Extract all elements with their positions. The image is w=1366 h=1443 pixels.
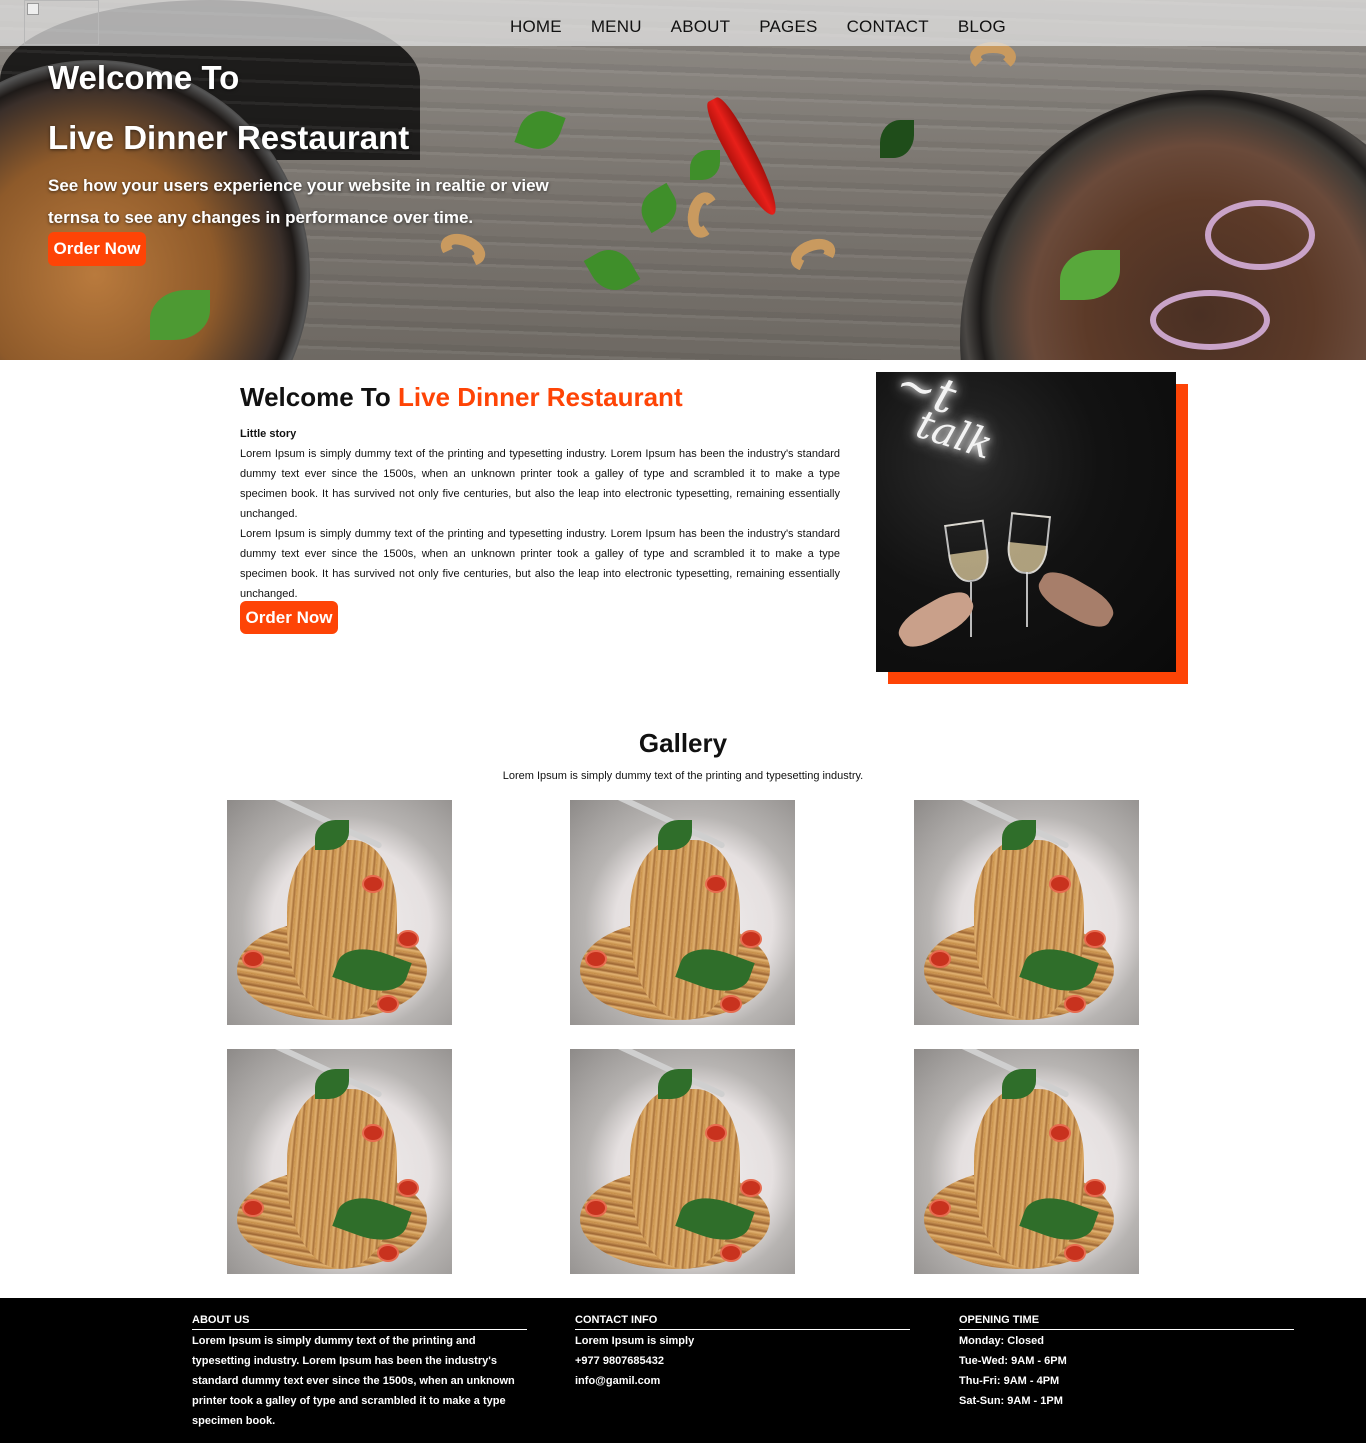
gallery-pasta-image[interactable] xyxy=(570,800,795,1025)
tomato-image xyxy=(362,875,384,893)
about-title-accent: Live Dinner Restaurant xyxy=(397,382,683,412)
footer-contact-column: CONTACT INFO Lorem Ipsum is simply +977 … xyxy=(575,1313,910,1391)
about-paragraph-2: Lorem Ipsum is simply dummy text of the … xyxy=(240,528,840,600)
nav-home[interactable]: HOME xyxy=(510,17,562,37)
gallery-subtitle: Lorem Ipsum is simply dummy text of the … xyxy=(502,770,864,782)
tomato-image xyxy=(705,875,727,893)
pasta-twirl-image xyxy=(287,1089,397,1269)
pasta-twirl-image xyxy=(630,840,740,1020)
hand-image xyxy=(1032,564,1120,635)
nav-menu[interactable]: MENU xyxy=(591,17,642,37)
gallery-pasta-image[interactable] xyxy=(227,1049,452,1274)
nav-blog[interactable]: BLOG xyxy=(958,17,1006,37)
tomato-image xyxy=(1084,1179,1106,1197)
footer-contact-heading: CONTACT INFO xyxy=(575,1313,910,1330)
tomato-image xyxy=(397,930,419,948)
footer-about-column: ABOUT US Lorem Ipsum is simply dummy tex… xyxy=(192,1313,527,1431)
hero-order-now-button[interactable]: Order Now xyxy=(48,232,146,266)
footer-about-heading: ABOUT US xyxy=(192,1313,527,1330)
gallery-pasta-image[interactable] xyxy=(570,1049,795,1274)
wine-glass-image xyxy=(1004,512,1052,576)
footer: ABOUT US Lorem Ipsum is simply dummy tex… xyxy=(0,1298,1366,1443)
tomato-image xyxy=(1049,1124,1071,1142)
tomato-image xyxy=(740,930,762,948)
tomato-image xyxy=(720,1244,742,1262)
footer-contact-line: Lorem Ipsum is simply xyxy=(575,1335,695,1347)
nav-contact[interactable]: CONTACT xyxy=(847,17,929,37)
tomato-image xyxy=(242,950,264,968)
hero-title-line2: Live Dinner Restaurant xyxy=(48,119,410,156)
onion-ring-image xyxy=(1150,290,1270,350)
tomato-image xyxy=(397,1179,419,1197)
footer-contact-phone[interactable]: +977 9807685432 xyxy=(575,1351,910,1371)
tomato-image xyxy=(362,1124,384,1142)
footer-hours-heading: OPENING TIME xyxy=(959,1313,1294,1330)
pasta-twirl-image xyxy=(974,1089,1084,1269)
nav-pages[interactable]: PAGES xyxy=(759,17,817,37)
about-order-now-button[interactable]: Order Now xyxy=(240,601,338,634)
tomato-image xyxy=(242,1199,264,1217)
gallery-pasta-image[interactable] xyxy=(914,1049,1139,1274)
tomato-image xyxy=(705,1124,727,1142)
tomato-image xyxy=(1084,930,1106,948)
tomato-image xyxy=(929,950,951,968)
footer-hours-line: Tue-Wed: 9AM - 6PM xyxy=(959,1355,1067,1367)
tomato-image xyxy=(377,1244,399,1262)
gallery-pasta-image[interactable] xyxy=(914,800,1139,1025)
footer-hours-column: OPENING TIME Monday: Closed Tue-Wed: 9AM… xyxy=(959,1313,1294,1411)
footer-hours-line: Sat-Sun: 9AM - 1PM xyxy=(959,1395,1063,1407)
onion-ring-image xyxy=(1205,200,1315,270)
footer-hours-line: Monday: Closed xyxy=(959,1335,1044,1347)
footer-about-text: Lorem Ipsum is simply dummy text of the … xyxy=(192,1335,515,1427)
navbar: HOME MENU ABOUT PAGES CONTACT BLOG xyxy=(0,0,1366,46)
pasta-twirl-image xyxy=(974,840,1084,1020)
footer-contact-email[interactable]: info@gamil.com xyxy=(575,1371,910,1391)
toast-glasses-image: ~t talk xyxy=(876,372,1176,672)
hero-text: Welcome To Live Dinner Restaurant See ho… xyxy=(48,58,568,234)
tomato-image xyxy=(585,1199,607,1217)
tomato-image xyxy=(720,995,742,1013)
tomato-image xyxy=(1064,995,1086,1013)
footer-hours-line: Thu-Fri: 9AM - 4PM xyxy=(959,1375,1060,1387)
cashew-image xyxy=(970,42,1016,72)
about-image-frame: ~t talk xyxy=(876,372,1188,684)
logo-image[interactable] xyxy=(24,0,99,45)
pasta-twirl-image xyxy=(287,840,397,1020)
tomato-image xyxy=(929,1199,951,1217)
about-title: Welcome To Live Dinner Restaurant xyxy=(240,380,840,414)
about-title-prefix: Welcome To xyxy=(240,382,391,412)
broken-image-icon xyxy=(27,3,39,15)
gallery-title: Gallery xyxy=(638,728,728,758)
about-subheading: Little story xyxy=(240,428,297,440)
tomato-image xyxy=(1064,1244,1086,1262)
about-section: Welcome To Live Dinner Restaurant Little… xyxy=(240,380,840,634)
main-nav: HOME MENU ABOUT PAGES CONTACT BLOG xyxy=(510,17,1035,37)
nav-about[interactable]: ABOUT xyxy=(671,17,731,37)
wine-glass-image xyxy=(944,519,992,585)
hero-subtitle: See how your users experience your websi… xyxy=(48,176,549,227)
tomato-image xyxy=(1049,875,1071,893)
tomato-image xyxy=(585,950,607,968)
about-paragraph-1: Lorem Ipsum is simply dummy text of the … xyxy=(240,448,840,520)
hero-title-line1: Welcome To xyxy=(48,59,240,96)
neon-sign-image: talk xyxy=(910,401,999,469)
tomato-image xyxy=(377,995,399,1013)
pasta-twirl-image xyxy=(630,1089,740,1269)
wine-glass-stem-image xyxy=(1026,572,1028,627)
hand-image xyxy=(892,584,980,655)
gallery-pasta-image[interactable] xyxy=(227,800,452,1025)
hero-banner: Welcome To Live Dinner Restaurant See ho… xyxy=(0,0,1366,360)
tomato-image xyxy=(740,1179,762,1197)
